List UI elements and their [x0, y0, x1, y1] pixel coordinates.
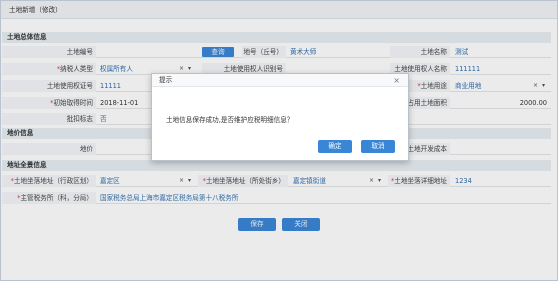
confirm-button[interactable]: 确定	[318, 140, 352, 153]
confirm-dialog: 提示 × 土地信息保存成功,是否维护应税明细信息？ 确定 取消	[151, 73, 409, 161]
dialog-message: 土地信息保存成功,是否维护应税明细信息？	[166, 116, 294, 124]
close-icon[interactable]: ×	[393, 74, 400, 87]
cancel-button[interactable]: 取消	[361, 140, 395, 153]
dialog-title: 提示	[152, 74, 408, 87]
